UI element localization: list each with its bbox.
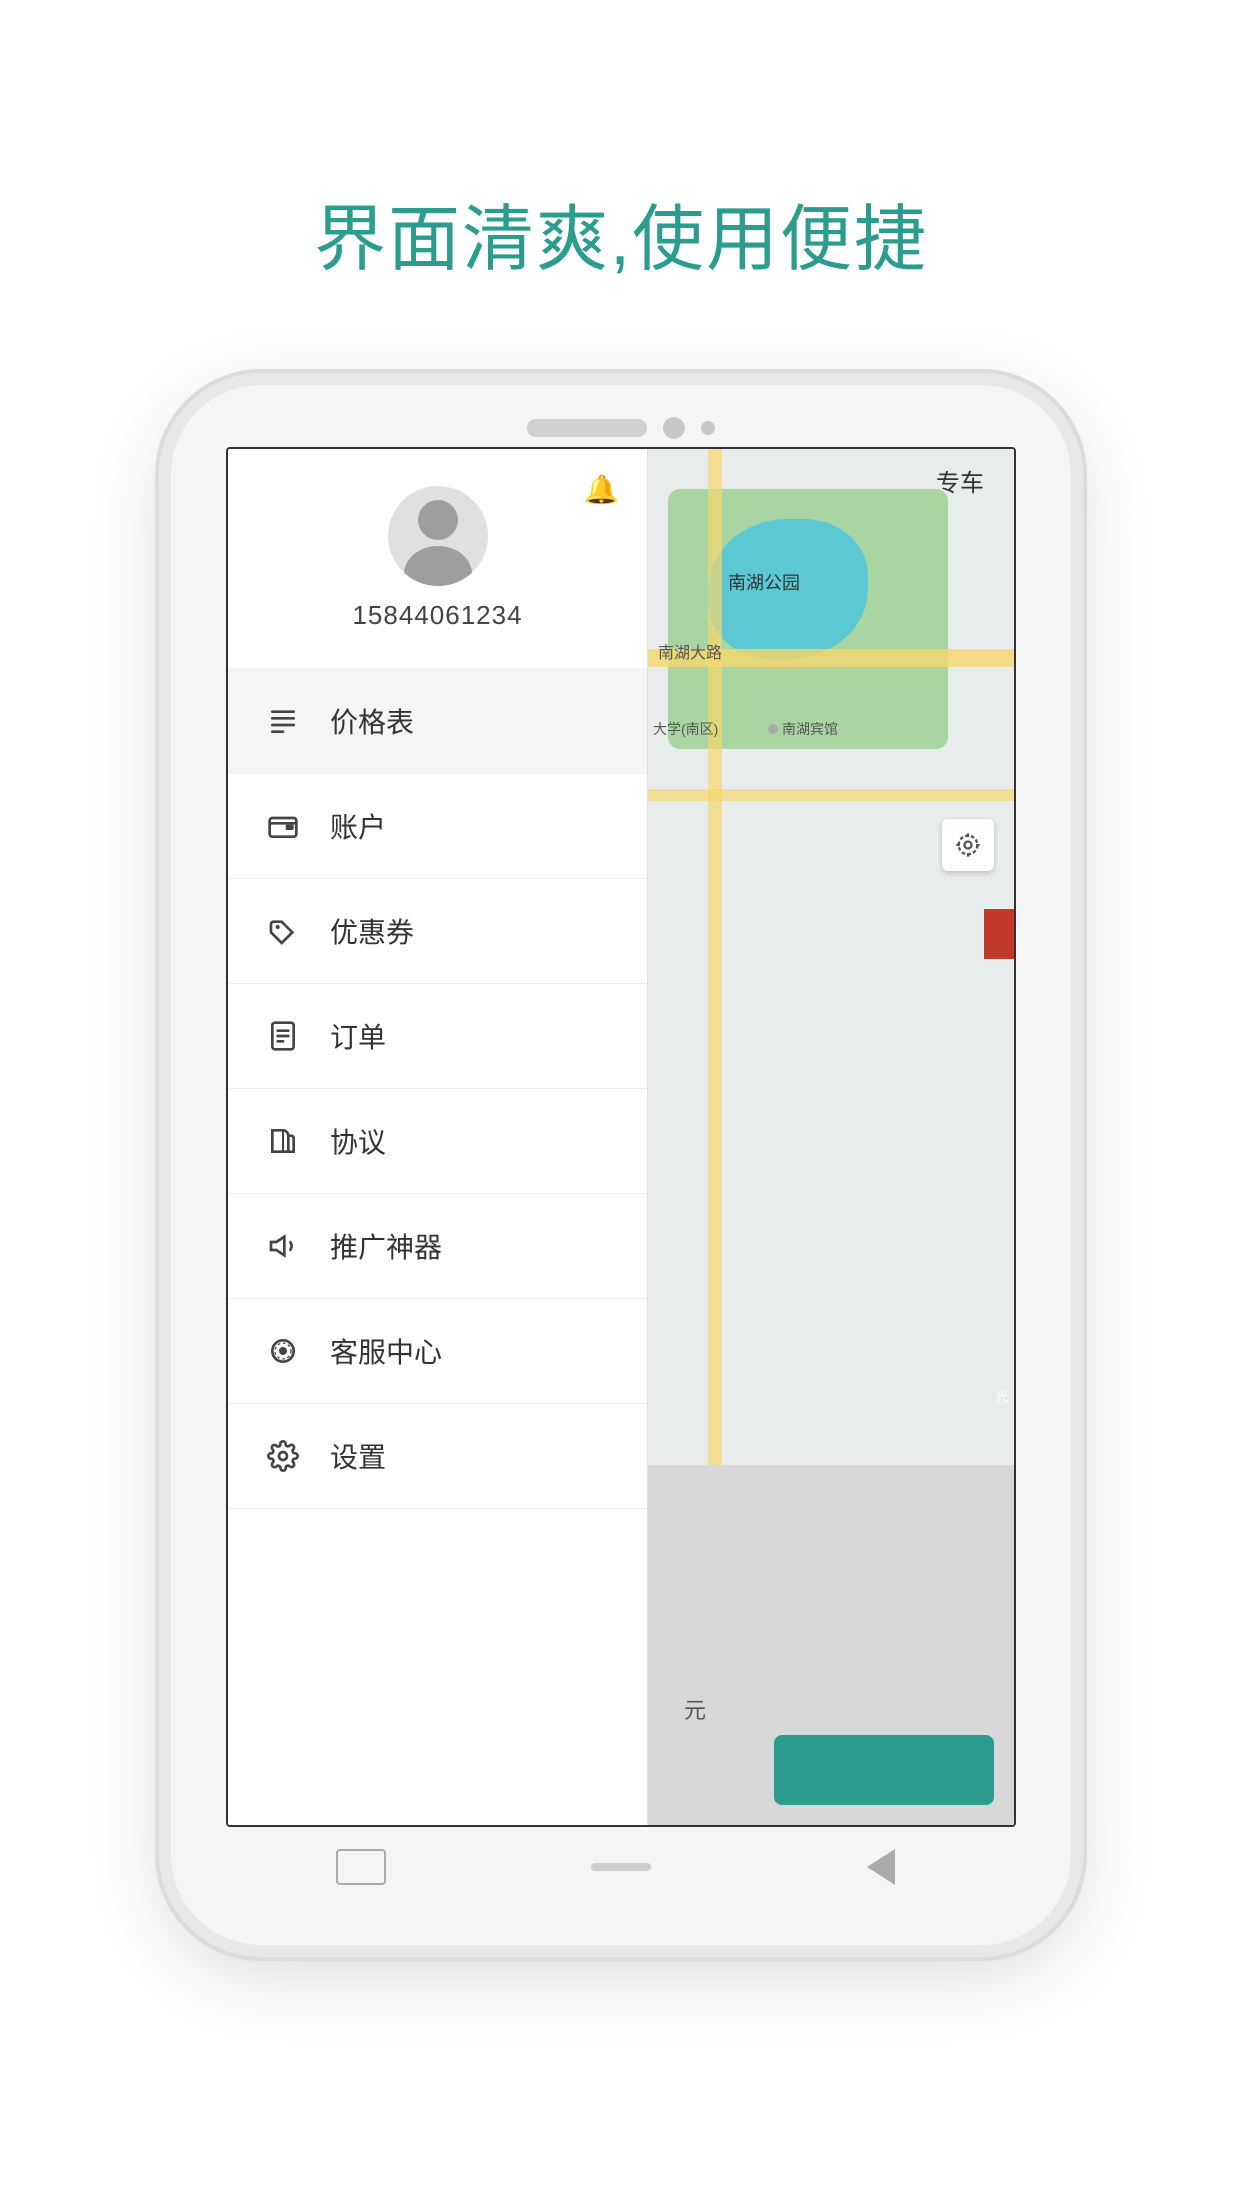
phone-bottom-nav xyxy=(171,1827,1071,1907)
list-icon xyxy=(264,702,302,740)
book-icon xyxy=(264,1122,302,1160)
menu-label-settings: 设置 xyxy=(330,1436,386,1476)
phone-shell: 🔔 15844061234 xyxy=(171,385,1071,1945)
speaker xyxy=(527,419,647,437)
menu-label-service: 客服中心 xyxy=(330,1331,442,1371)
home-icon xyxy=(591,1863,651,1871)
menu-item-agreement[interactable]: 协议 xyxy=(228,1089,647,1194)
menu-item-service[interactable]: 客服中心 xyxy=(228,1299,647,1404)
map-bottom-panel: 元 xyxy=(648,1465,1014,1825)
camera2 xyxy=(701,421,715,435)
menu-label-order: 订单 xyxy=(330,1016,386,1056)
map-background: 专车 南湖公园 南湖大路 大学(南区) 南湖宾馆 xyxy=(648,449,1014,1825)
order-icon xyxy=(264,1017,302,1055)
menu-item-promo[interactable]: 推广神器 xyxy=(228,1194,647,1299)
gear-icon xyxy=(264,1437,302,1475)
call-car-button[interactable] xyxy=(774,1735,994,1805)
back-button[interactable] xyxy=(851,1847,911,1887)
phone-top-bar xyxy=(527,385,715,439)
megaphone-icon xyxy=(264,1227,302,1265)
wallet-icon xyxy=(264,807,302,845)
drawer-menu: 🔔 15844061234 xyxy=(228,449,648,1825)
menu-item-price[interactable]: 价格表 xyxy=(228,669,647,774)
map-store-text: 光 xyxy=(992,1389,1012,1403)
menu-label-account: 账户 xyxy=(330,806,386,846)
menu-item-order[interactable]: 订单 xyxy=(228,984,647,1089)
avatar-svg xyxy=(388,486,488,586)
menu-label-promo: 推广神器 xyxy=(330,1226,442,1266)
headset-icon xyxy=(264,1332,302,1370)
menu-label-price: 价格表 xyxy=(330,701,414,741)
map-label-nanhu-hotel: 南湖宾馆 xyxy=(768,719,838,739)
page-title: 界面清爽,使用便捷 xyxy=(314,180,928,285)
map-label-university: 大学(南区) xyxy=(653,719,718,739)
avatar xyxy=(388,486,488,586)
bell-icon[interactable]: 🔔 xyxy=(584,473,619,506)
location-button[interactable] xyxy=(942,819,994,871)
menu-label-agreement: 协议 xyxy=(330,1121,386,1161)
menu-item-account[interactable]: 账户 xyxy=(228,774,647,879)
yuan-label: 元 xyxy=(668,1693,706,1735)
recent-apps-button[interactable] xyxy=(331,1847,391,1887)
phone-screen: 🔔 15844061234 xyxy=(226,447,1016,1827)
map-area: 专车 南湖公园 南湖大路 大学(南区) 南湖宾馆 xyxy=(648,449,1014,1825)
recent-apps-icon xyxy=(336,1849,386,1885)
map-label-zhuanche: 专车 xyxy=(936,463,984,498)
menu-item-settings[interactable]: 设置 xyxy=(228,1404,647,1509)
back-icon xyxy=(867,1849,895,1885)
drawer-header: 🔔 15844061234 xyxy=(228,449,647,669)
map-label-nanhu-road: 南湖大路 xyxy=(658,639,722,663)
menu-item-coupon[interactable]: 优惠券 xyxy=(228,879,647,984)
camera xyxy=(663,417,685,439)
tag-icon xyxy=(264,912,302,950)
menu-label-coupon: 优惠券 xyxy=(330,911,414,951)
home-button[interactable] xyxy=(591,1847,651,1887)
menu-list: 价格表 账户 优惠券 xyxy=(228,669,647,1825)
map-store-marker: 光 xyxy=(984,909,1014,959)
map-road-horizontal-2 xyxy=(648,789,1014,801)
user-phone: 15844061234 xyxy=(352,600,522,631)
phone-mockup: 🔔 15844061234 xyxy=(171,385,1071,1945)
map-label-nanhu-park: 南湖公园 xyxy=(728,569,800,595)
